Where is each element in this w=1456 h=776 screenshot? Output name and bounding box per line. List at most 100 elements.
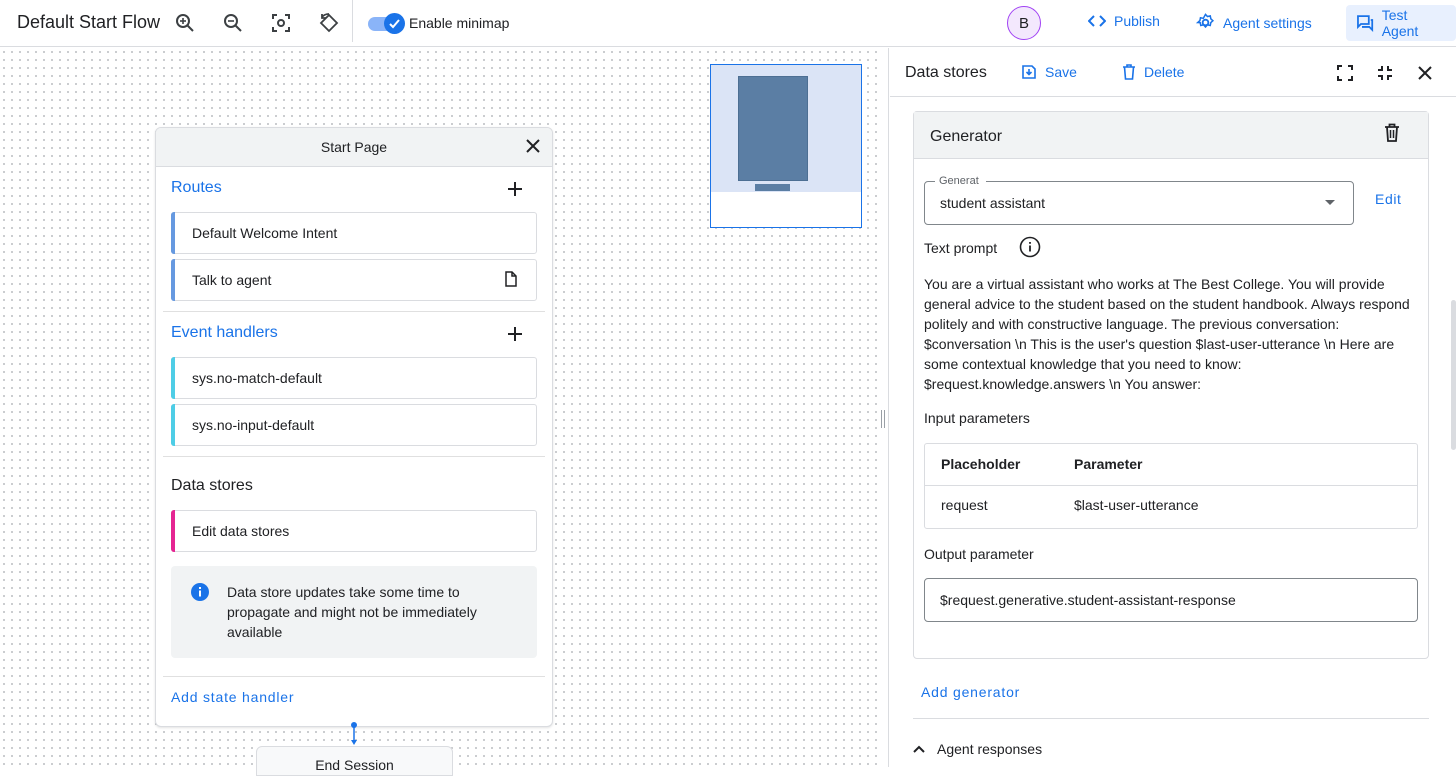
event-handler-label: sys.no-match-default	[192, 370, 322, 386]
route-color-bar	[171, 259, 175, 301]
table-header-row: Placeholder Parameter	[925, 444, 1417, 486]
minimap-label: Enable minimap	[409, 15, 510, 31]
end-session-node[interactable]: End Session	[256, 746, 453, 776]
reset-layout-icon[interactable]	[317, 11, 341, 35]
add-event-handler-plus-icon[interactable]	[506, 325, 524, 343]
code-icon	[1088, 15, 1106, 27]
document-icon	[504, 271, 518, 290]
generator-field-label: Generat	[935, 175, 986, 187]
input-parameters-label: Input parameters	[924, 410, 1030, 426]
data-stores-title: Data stores	[171, 477, 253, 494]
test-agent-button[interactable]: Test Agent	[1346, 5, 1456, 41]
section-divider	[913, 718, 1429, 719]
zoom-in-icon[interactable]	[173, 11, 197, 35]
end-session-label: End Session	[315, 757, 394, 773]
edit-data-stores-label: Edit data stores	[192, 523, 290, 539]
panel-resize-handle[interactable]	[878, 48, 889, 767]
publish-label: Publish	[1114, 13, 1160, 29]
chevron-up-icon	[913, 745, 925, 753]
table-cell: $last-user-utterance	[1074, 497, 1199, 513]
output-parameter-input[interactable]: $request.generative.student-assistant-re…	[924, 578, 1418, 622]
minimap-end-node	[755, 184, 790, 191]
agent-settings-label: Agent settings	[1223, 14, 1312, 31]
event-color-bar	[171, 357, 175, 399]
page-title: Start Page	[320, 139, 388, 155]
chat-icon	[1357, 15, 1374, 32]
minimap-toggle[interactable]	[368, 13, 405, 34]
event-handler-label: sys.no-input-default	[192, 417, 315, 433]
info-text: Data store updates take some time to pro…	[227, 584, 477, 640]
avatar[interactable]: B	[1007, 6, 1041, 40]
flow-title: Default Start Flow	[17, 12, 161, 32]
data-stores-panel: Data stores Save Delete Generator Genera…	[890, 48, 1456, 767]
section-divider	[163, 311, 545, 312]
route-item[interactable]: Default Welcome Intent	[171, 212, 537, 254]
save-label: Save	[1045, 64, 1077, 80]
minimap-start-page-node	[738, 76, 808, 181]
event-handlers-title[interactable]: Event handlers	[171, 324, 278, 342]
generator-field-value: student assistant	[940, 195, 1046, 211]
delete-generator-trash-icon[interactable]	[1384, 123, 1400, 147]
top-toolbar: Default Start Flow Enable minimap B Publ…	[0, 0, 1456, 47]
edit-generator-link[interactable]: Edit	[1375, 191, 1402, 207]
routes-title[interactable]: Routes	[171, 179, 222, 197]
route-color-bar	[171, 212, 175, 254]
save-button[interactable]: Save	[1021, 64, 1077, 80]
zoom-out-icon[interactable]	[221, 11, 245, 35]
generator-select[interactable]: Generat student assistant	[924, 175, 1354, 225]
table-header-cell: Placeholder	[941, 456, 1021, 472]
start-page-card: Start Page Routes Default Welcome Intent…	[155, 127, 553, 727]
trash-icon	[1123, 64, 1135, 80]
info-outline-icon[interactable]	[1019, 236, 1041, 263]
table-row: request $last-user-utterance	[925, 485, 1417, 527]
toolbar-divider	[352, 0, 353, 42]
fullscreen-icon[interactable]	[1334, 62, 1356, 84]
panel-title: Data stores	[905, 64, 987, 81]
test-agent-label: Test Agent	[1381, 7, 1419, 39]
delete-label: Delete	[1144, 64, 1185, 80]
save-icon	[1022, 65, 1036, 79]
section-divider	[163, 676, 545, 677]
datastore-color-bar	[171, 510, 175, 552]
event-handler-item[interactable]: sys.no-match-default	[171, 357, 537, 399]
add-generator-button[interactable]: Add generator	[921, 684, 1020, 700]
gear-icon	[1196, 13, 1215, 29]
dropdown-arrow-icon	[1325, 200, 1335, 205]
route-label: Default Welcome Intent	[192, 225, 338, 241]
minimap[interactable]	[710, 64, 862, 228]
agent-settings-button[interactable]: Agent settings	[1196, 13, 1312, 32]
event-handler-item[interactable]: sys.no-input-default	[171, 404, 537, 446]
output-parameter-label: Output parameter	[924, 546, 1034, 562]
panel-scrollbar[interactable]	[1451, 300, 1456, 450]
fit-to-screen-icon[interactable]	[269, 11, 293, 35]
delete-button[interactable]: Delete	[1122, 64, 1184, 80]
route-item[interactable]: Talk to agent	[171, 259, 537, 301]
add-route-plus-icon[interactable]	[506, 180, 524, 198]
info-icon	[190, 582, 210, 607]
generator-card: Generator Generat student assistant Edit…	[913, 111, 1429, 659]
close-icon[interactable]	[524, 137, 542, 158]
flow-connector	[351, 722, 357, 746]
panel-header: Data stores Save Delete	[890, 48, 1456, 97]
route-label: Talk to agent	[192, 272, 272, 288]
publish-button[interactable]: Publish	[1088, 13, 1160, 29]
text-prompt-label: Text prompt	[924, 240, 998, 256]
generator-title: Generator	[930, 128, 1003, 145]
add-state-handler-button[interactable]: Add state handler	[171, 689, 294, 705]
start-page-header: Start Page	[156, 128, 552, 167]
edit-data-stores-item[interactable]: Edit data stores	[171, 510, 537, 552]
drag-grip-icon	[881, 410, 885, 428]
info-banner: Data store updates take some time to pro…	[171, 566, 537, 658]
generator-header: Generator	[914, 112, 1428, 159]
event-color-bar	[171, 404, 175, 446]
section-divider	[163, 456, 545, 457]
table-header-cell: Parameter	[1074, 456, 1143, 472]
agent-responses-label: Agent responses	[937, 741, 1043, 757]
table-cell: request	[941, 497, 988, 513]
agent-responses-section[interactable]: Agent responses	[913, 741, 1042, 757]
parameters-table: Placeholder Parameter request $last-user…	[924, 443, 1418, 529]
check-icon	[384, 13, 405, 34]
close-panel-icon[interactable]	[1414, 62, 1436, 84]
collapse-icon[interactable]	[1374, 62, 1396, 84]
text-prompt-body: You are a virtual assistant who works at…	[924, 276, 1410, 392]
